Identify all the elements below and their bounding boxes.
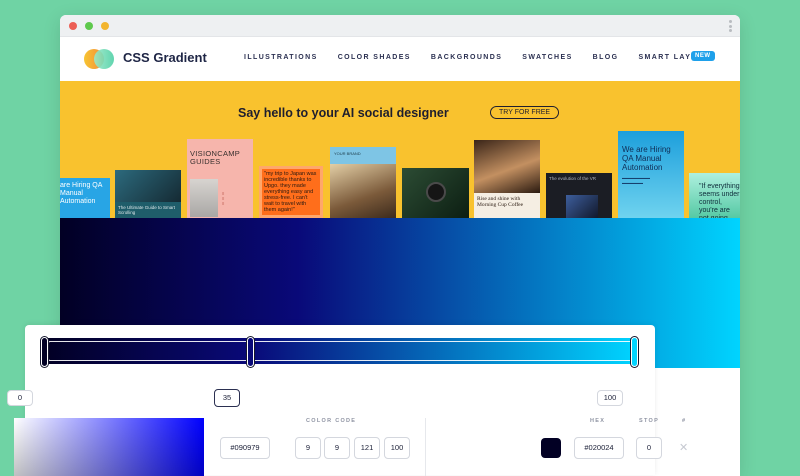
card-image: [330, 164, 396, 218]
nav-link-backgrounds[interactable]: BACKGROUNDS: [431, 54, 502, 61]
stop-color-swatch[interactable]: [541, 438, 561, 458]
color-stop-handle-35[interactable]: [247, 337, 254, 367]
gradient-strip[interactable]: [45, 338, 635, 364]
nav-link-swatches[interactable]: SWATCHES: [522, 54, 572, 61]
hex-column-label: HEX: [590, 418, 606, 424]
card-side-text: ≡ ≡ ≡: [222, 191, 225, 206]
card-caption: The Ultimate Guide to Smart Scrolling: [115, 202, 181, 218]
stop-position-active[interactable]: 35: [214, 389, 240, 407]
card-image: [115, 170, 181, 202]
card-caption: Rise and shine with Morning Cup Coffee: [477, 196, 524, 208]
stop-hex-input[interactable]: #020024: [574, 437, 624, 459]
banner-card: The evolution of the VR: [546, 173, 612, 218]
stop-column-label: STOP: [639, 418, 660, 424]
card-caption: are Hiring QA Manual Automation: [60, 182, 103, 205]
stop-value-input[interactable]: 0: [636, 437, 662, 459]
banner-card: "If everything seems under control, you'…: [689, 173, 740, 218]
card-lines: ▬▬▬▬▬▬▬▬ ▬▬▬▬▬▬: [622, 176, 650, 185]
red-input[interactable]: 9: [295, 437, 321, 459]
try-for-free-button[interactable]: TRY FOR FREE: [490, 106, 560, 119]
banner-card: We are Hiring QA Manual Automation ▬▬▬▬▬▬…: [618, 131, 684, 218]
main-menu: ILLUSTRATIONS COLOR SHADES BACKGROUNDS S…: [244, 54, 736, 61]
card-caption: The evolution of the VR: [549, 176, 597, 181]
logo-icon[interactable]: [84, 49, 116, 69]
maximize-window-button[interactable]: [85, 22, 93, 30]
banner-card: VISIONCAMP GUIDES ≡ ≡ ≡: [187, 139, 253, 218]
nav-link-blog[interactable]: BLOG: [593, 54, 619, 61]
green-input[interactable]: 9: [324, 437, 350, 459]
watch-image: [426, 182, 446, 202]
color-stop-handle-0[interactable]: [41, 337, 48, 367]
card-heading: VISIONCAMP GUIDES: [190, 149, 240, 166]
nav-link-color-shades[interactable]: COLOR SHADES: [338, 54, 411, 61]
color-stop-handle-100[interactable]: [631, 337, 638, 367]
remove-stop-icon[interactable]: ✕: [679, 441, 688, 454]
title-bar: [60, 15, 740, 37]
kebab-menu-icon[interactable]: [729, 20, 732, 32]
banner-card: [402, 168, 469, 218]
banner-title: Say hello to your AI social designer: [238, 106, 449, 120]
brand-name[interactable]: CSS Gradient: [123, 50, 207, 65]
new-badge: NEW: [691, 51, 715, 61]
color-picker-area[interactable]: [14, 418, 204, 476]
ad-banner[interactable]: Say hello to your AI social designer TRY…: [60, 81, 740, 218]
color-hex-input[interactable]: #090979: [220, 437, 270, 459]
card-heading: We are Hiring QA Manual Automation: [622, 145, 671, 172]
top-navigation: CSS Gradient ILLUSTRATIONS COLOR SHADES …: [60, 37, 740, 81]
card-caption: "my trip to Japan was incredible thanks …: [264, 171, 317, 213]
banner-card: YOUR BRAND: [330, 147, 396, 218]
card-image: [474, 140, 540, 193]
panel-divider: [425, 418, 426, 476]
banner-card: are Hiring QA Manual Automation: [60, 178, 110, 218]
minimize-window-button[interactable]: [101, 22, 109, 30]
alpha-input[interactable]: 100: [384, 437, 410, 459]
banner-card: The Ultimate Guide to Smart Scrolling: [115, 170, 181, 218]
banner-card: "my trip to Japan was incredible thanks …: [259, 166, 323, 218]
banner-card: Rise and shine with Morning Cup Coffee: [474, 140, 540, 218]
stop-position-0[interactable]: 0: [7, 390, 33, 406]
nav-link-illustrations[interactable]: ILLUSTRATIONS: [244, 54, 318, 61]
card-caption: "If everything seems under control, you'…: [699, 183, 740, 218]
color-code-label: COLOR CODE: [306, 418, 357, 424]
hash-column-label: #: [682, 418, 687, 424]
blue-input[interactable]: 121: [354, 437, 380, 459]
stop-position-100[interactable]: 100: [597, 390, 623, 406]
card-brand: YOUR BRAND: [334, 151, 361, 156]
close-window-button[interactable]: [69, 22, 77, 30]
card-image: [566, 195, 598, 218]
card-image: [190, 179, 218, 217]
